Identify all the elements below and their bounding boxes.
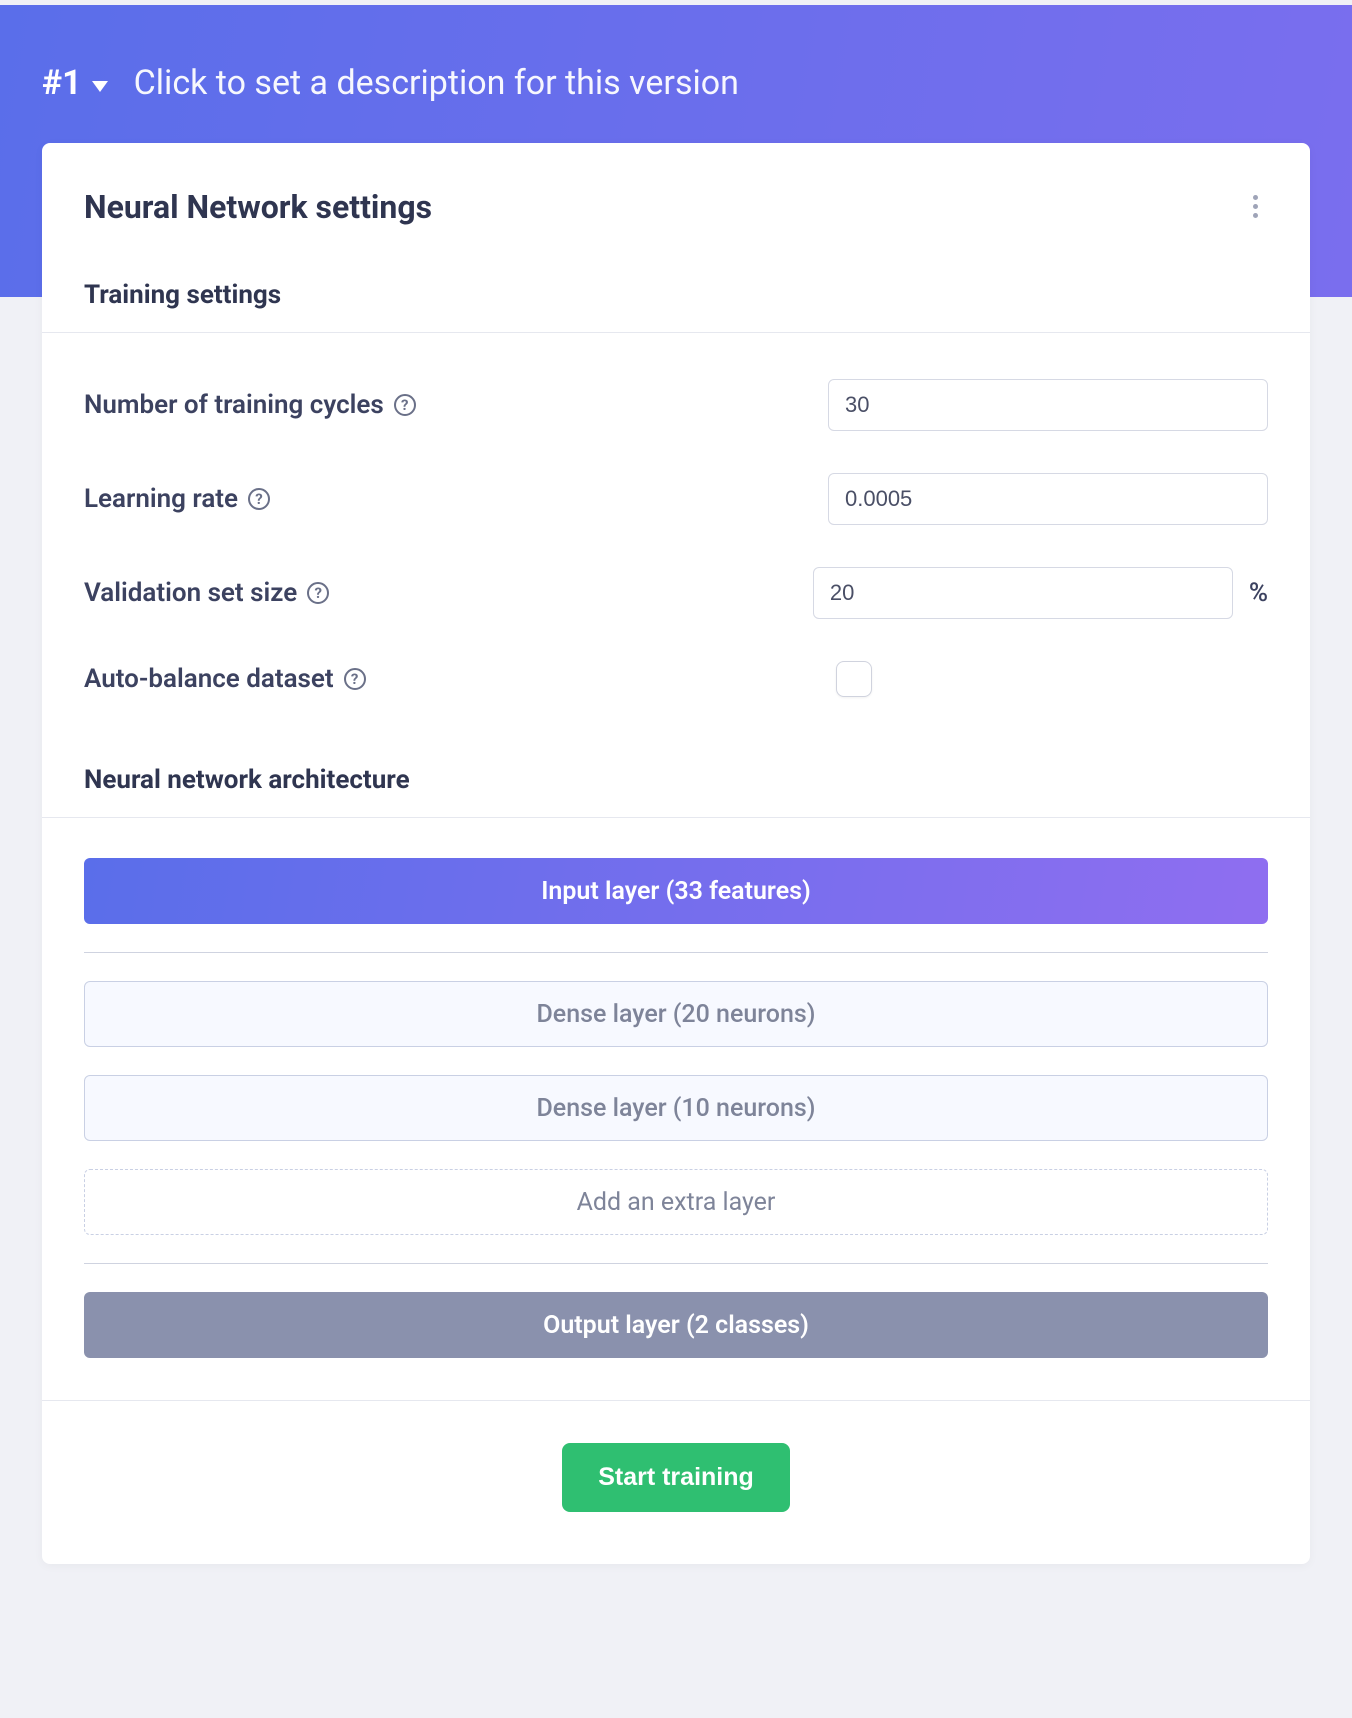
help-icon[interactable]: ?: [248, 488, 270, 510]
chevron-down-icon: [92, 81, 108, 92]
help-icon[interactable]: ?: [344, 668, 366, 690]
version-label: #1: [42, 63, 82, 103]
version-description[interactable]: Click to set a description for this vers…: [134, 63, 739, 103]
help-icon[interactable]: ?: [307, 582, 329, 604]
autobalance-checkbox[interactable]: [836, 661, 872, 697]
cycles-input[interactable]: [828, 379, 1268, 431]
divider: [84, 952, 1268, 953]
architecture-section-title: Neural network architecture: [42, 737, 1310, 817]
start-training-button[interactable]: Start training: [562, 1443, 790, 1512]
divider: [42, 817, 1310, 818]
valset-label: Validation set size: [84, 578, 297, 608]
valset-input[interactable]: [813, 567, 1233, 619]
lr-input[interactable]: [828, 473, 1268, 525]
input-layer[interactable]: Input layer (33 features): [84, 858, 1268, 924]
setting-row-lr: Learning rate ?: [84, 431, 1268, 525]
add-layer-button[interactable]: Add an extra layer: [84, 1169, 1268, 1235]
setting-row-cycles: Number of training cycles ?: [84, 337, 1268, 431]
output-layer[interactable]: Output layer (2 classes): [84, 1292, 1268, 1358]
version-selector[interactable]: #1: [42, 63, 108, 103]
more-menu-icon[interactable]: [1243, 185, 1268, 228]
training-section-title: Training settings: [42, 228, 1310, 332]
autobalance-label: Auto-balance dataset: [84, 664, 334, 694]
dense-layer-1[interactable]: Dense layer (20 neurons): [84, 981, 1268, 1047]
valset-unit: %: [1249, 578, 1268, 608]
card-title: Neural Network settings: [84, 188, 432, 226]
dense-layer-2[interactable]: Dense layer (10 neurons): [84, 1075, 1268, 1141]
setting-row-autobalance: Auto-balance dataset ?: [84, 619, 1268, 697]
divider: [84, 1263, 1268, 1264]
lr-label: Learning rate: [84, 484, 238, 514]
help-icon[interactable]: ?: [394, 394, 416, 416]
setting-row-valset: Validation set size ? %: [84, 525, 1268, 619]
cycles-label: Number of training cycles: [84, 390, 384, 420]
settings-card: Neural Network settings Training setting…: [42, 143, 1310, 1564]
